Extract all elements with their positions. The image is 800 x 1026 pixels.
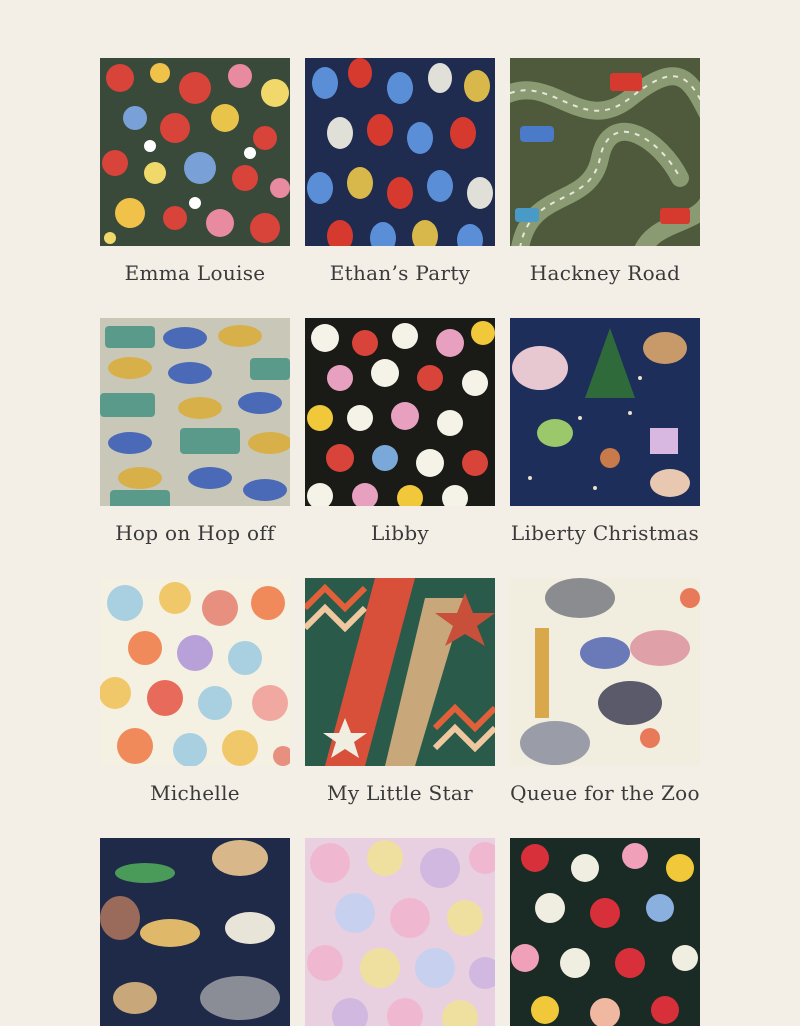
product-name[interactable]: Hackney Road [498, 261, 712, 285]
product-name[interactable]: Emma Louise [88, 261, 302, 285]
product-name[interactable]: Libby [293, 521, 507, 545]
product-card[interactable]: Libby [305, 318, 495, 545]
product-card[interactable] [100, 838, 290, 1026]
fabric-swatch-image[interactable] [510, 578, 700, 766]
fabric-swatch-image[interactable] [305, 838, 495, 1026]
product-card[interactable]: Liberty Christmas [510, 318, 700, 545]
fabric-swatch-image[interactable] [305, 318, 495, 506]
product-name[interactable]: My Little Star [293, 781, 507, 805]
product-card[interactable]: Hackney Road [510, 58, 700, 285]
fabric-swatch-image[interactable] [100, 578, 290, 766]
product-card[interactable]: Ethan’s Party [305, 58, 495, 285]
fabric-swatch-image[interactable] [510, 838, 700, 1026]
product-grid: Emma Louise Ethan’s Party Hackney Road H… [100, 58, 700, 1026]
product-card[interactable] [305, 838, 495, 1026]
product-name[interactable]: Ethan’s Party [293, 261, 507, 285]
fabric-swatch-image[interactable] [100, 318, 290, 506]
product-card[interactable]: Michelle [100, 578, 290, 805]
product-name[interactable]: Liberty Christmas [498, 521, 712, 545]
product-card[interactable]: Hop on Hop off [100, 318, 290, 545]
product-name[interactable]: Hop on Hop off [88, 521, 302, 545]
fabric-swatch-image[interactable] [510, 318, 700, 506]
fabric-swatch-image[interactable] [100, 58, 290, 246]
fabric-swatch-image[interactable] [305, 578, 495, 766]
product-name[interactable]: Michelle [88, 781, 302, 805]
product-name[interactable]: Queue for the Zoo [498, 781, 712, 805]
product-card[interactable]: Queue for the Zoo [510, 578, 700, 805]
product-card[interactable]: Emma Louise [100, 58, 290, 285]
fabric-swatch-image[interactable] [100, 838, 290, 1026]
fabric-swatch-image[interactable] [510, 58, 700, 246]
product-card[interactable] [510, 838, 700, 1026]
fabric-swatch-image[interactable] [305, 58, 495, 246]
product-card[interactable]: My Little Star [305, 578, 495, 805]
